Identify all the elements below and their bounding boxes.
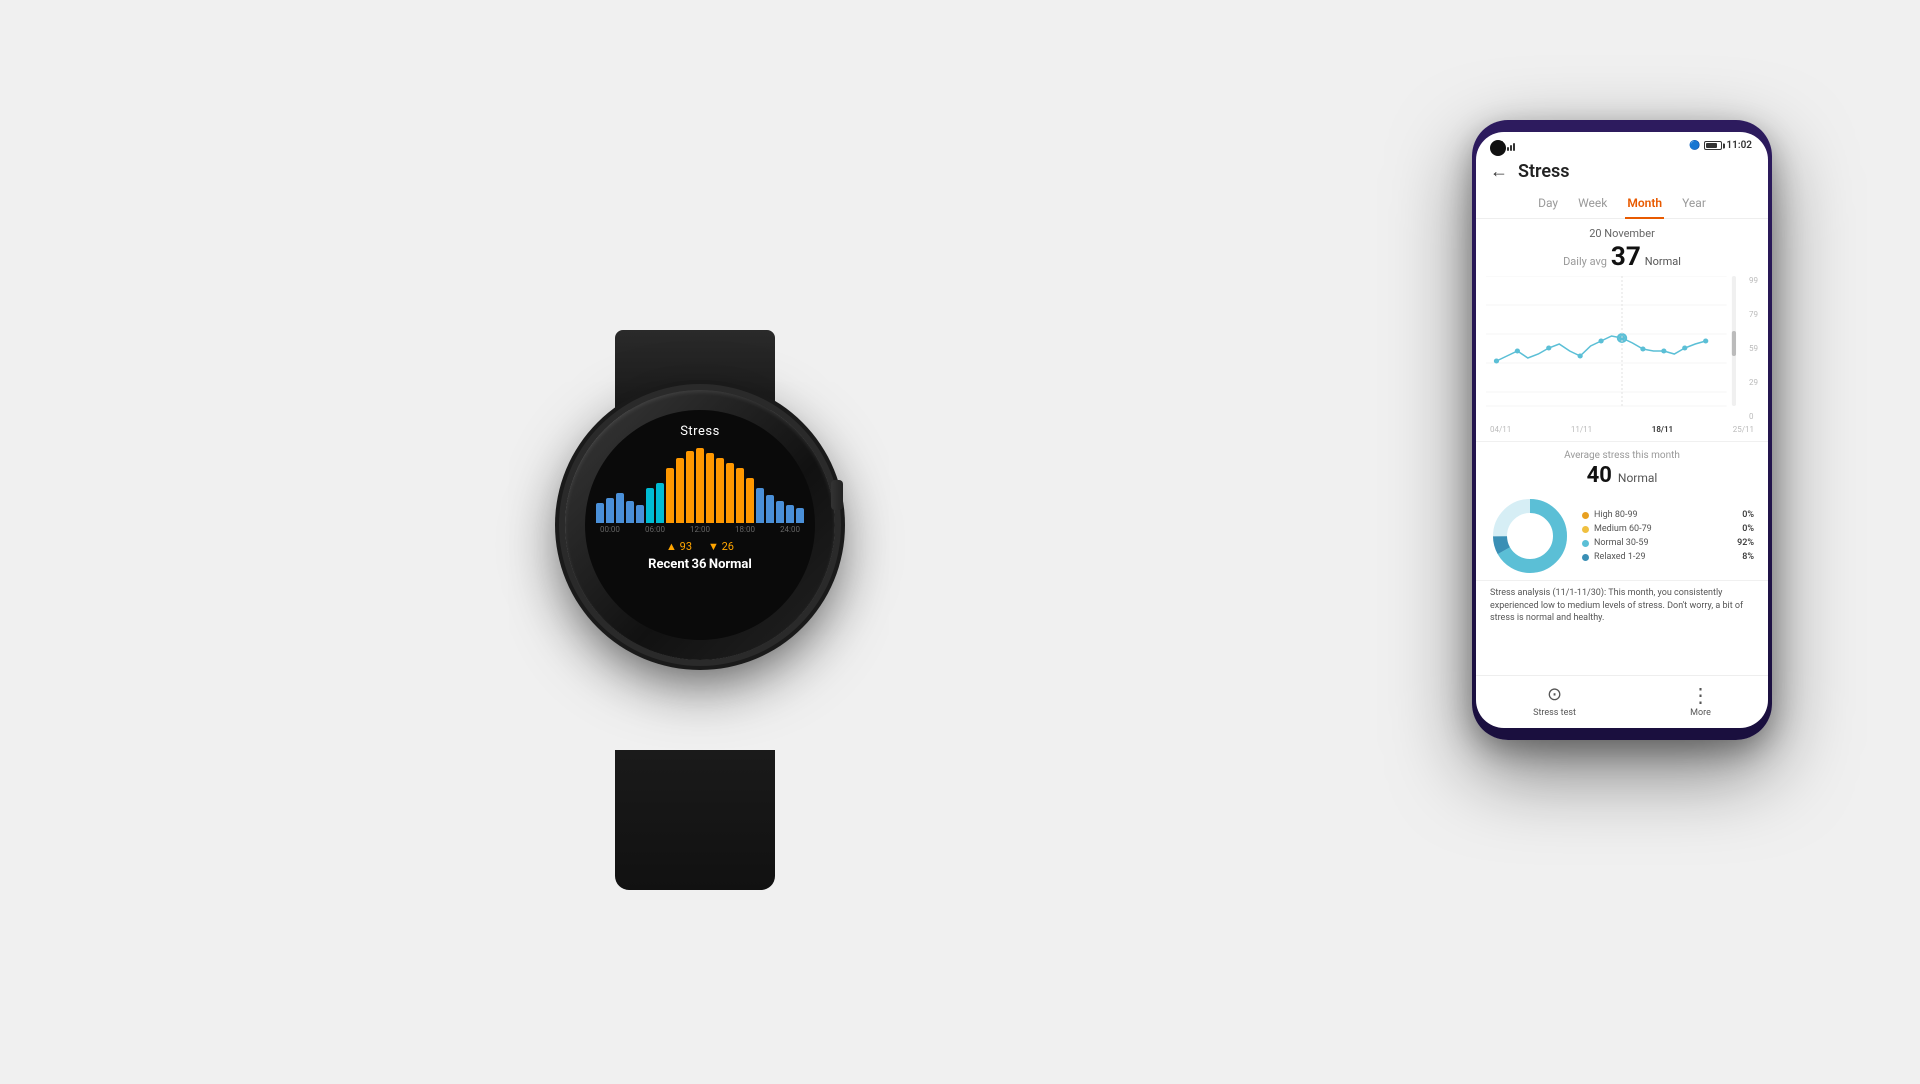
x-label-0411: 04/11 [1490,425,1511,434]
watch-screen: Stress [585,410,815,640]
tab-year[interactable]: Year [1680,192,1708,214]
daily-avg-status: Normal [1645,255,1681,268]
legend-label-high: High 80-99 [1594,510,1638,520]
time-1800: 18:00 [735,525,755,534]
time-0600: 06:00 [645,525,665,534]
watch-time-labels: 00:00 06:00 12:00 18:00 24:00 [600,525,800,534]
bottom-nav: ⊙ Stress test ⋮ More [1476,675,1768,728]
watch-chart [590,443,810,523]
nav-more[interactable]: ⋮ More [1690,685,1711,718]
chart-x-labels: 04/11 11/11 18/11 25/11 [1486,425,1758,434]
watch-body: Stress [545,390,865,770]
tabs-row: Day Week Month Year [1476,188,1768,219]
watch-recent-status: Normal [709,557,752,572]
donut-chart [1490,496,1570,576]
watch-metric-low: ▼ 26 [708,540,734,553]
legend-item-relaxed: Relaxed 1-29 8% [1582,552,1754,562]
chart-y-labels: 99 79 59 29 0 [1749,276,1758,421]
donut-section: High 80-99 0% Medium 60-79 0% [1476,492,1768,580]
avg-title: Average stress this month [1490,450,1754,461]
camera-notch [1490,140,1506,156]
legend-pct-high: 0% [1742,510,1754,520]
date-display: 20 November [1476,227,1768,240]
stress-chart: 99 79 59 29 0 [1476,276,1768,441]
status-right: 🔵 11:02 [1689,140,1752,151]
watch-crown [831,480,843,510]
date-section: 20 November Daily avg 37 Normal [1476,219,1768,276]
bluetooth-icon: 🔵 [1689,141,1700,151]
time-display: 11:02 [1726,140,1752,151]
more-icon: ⋮ [1691,685,1711,705]
stress-test-icon: ⊙ [1547,684,1562,705]
legend-label-medium: Medium 60-79 [1594,524,1652,534]
smartwatch: Stress [545,390,865,770]
avg-value-row: 40 Normal [1490,463,1754,488]
x-label-1111: 11/11 [1571,425,1592,434]
legend-pct-medium: 0% [1742,524,1754,534]
watch-recent-label: Recent [648,557,689,572]
legend-label-normal: Normal 30-59 [1594,538,1649,548]
analysis-section: Stress analysis (11/1-11/30): This month… [1476,580,1768,633]
daily-avg-label: Daily avg [1563,255,1607,268]
legend-item-medium: Medium 60-79 0% [1582,524,1754,534]
watch-metrics: ▲ 93 ▼ 26 [666,540,734,553]
legend-label-relaxed: Relaxed 1-29 [1594,552,1646,562]
battery-icon [1704,141,1722,150]
phone: 🔵 11:02 ← Stress Day Week Month Year [1472,120,1772,740]
x-label-2511: 25/11 [1733,425,1754,434]
chart-svg [1486,276,1758,421]
legend-pct-relaxed: 8% [1742,552,1754,562]
tab-month[interactable]: Month [1625,192,1664,214]
time-0000: 00:00 [600,525,620,534]
y-label-79: 79 [1749,310,1758,319]
normal-dot [1582,540,1589,547]
legend-item-high: High 80-99 0% [1582,510,1754,520]
wifi-icon [1507,141,1515,151]
tab-week[interactable]: Week [1576,192,1609,214]
medium-dot [1582,526,1589,533]
app-header: ← Stress [1476,155,1768,188]
phone-body: 🔵 11:02 ← Stress Day Week Month Year [1472,120,1772,740]
time-1200: 12:00 [690,525,710,534]
watch-metric-high: ▲ 93 [666,540,692,553]
analysis-text: Stress analysis (11/1-11/30): This month… [1490,587,1754,625]
nav-more-label: More [1690,708,1711,718]
nav-stress-test-label: Stress test [1533,708,1576,718]
avg-value: 40 [1587,463,1612,488]
y-label-29: 29 [1749,378,1758,387]
legend: High 80-99 0% Medium 60-79 0% [1582,510,1754,562]
watch-title: Stress [680,424,720,439]
phone-screen: 🔵 11:02 ← Stress Day Week Month Year [1476,132,1768,728]
page-title: Stress [1518,161,1570,182]
x-label-1811: 18/11 [1652,425,1673,434]
legend-item-normal: Normal 30-59 92% [1582,538,1754,548]
y-label-99: 99 [1749,276,1758,285]
tab-day[interactable]: Day [1536,192,1560,214]
daily-avg-value: 37 [1611,242,1641,272]
relaxed-dot [1582,554,1589,561]
y-label-0: 0 [1749,412,1758,421]
back-button[interactable]: ← [1490,161,1508,182]
watch-recent: Recent 36 Normal [648,557,752,572]
watch-case: Stress [565,390,835,660]
nav-stress-test[interactable]: ⊙ Stress test [1533,684,1576,718]
time-2400: 24:00 [780,525,800,534]
daily-avg-row: Daily avg 37 Normal [1476,242,1768,272]
high-dot [1582,512,1589,519]
status-bar: 🔵 11:02 [1476,132,1768,155]
legend-pct-normal: 92% [1737,538,1754,548]
watch-band-bottom [615,750,775,890]
y-label-59: 59 [1749,344,1758,353]
avg-status: Normal [1618,471,1657,485]
avg-section: Average stress this month 40 Normal [1476,441,1768,492]
watch-recent-value: 36 [691,557,706,572]
